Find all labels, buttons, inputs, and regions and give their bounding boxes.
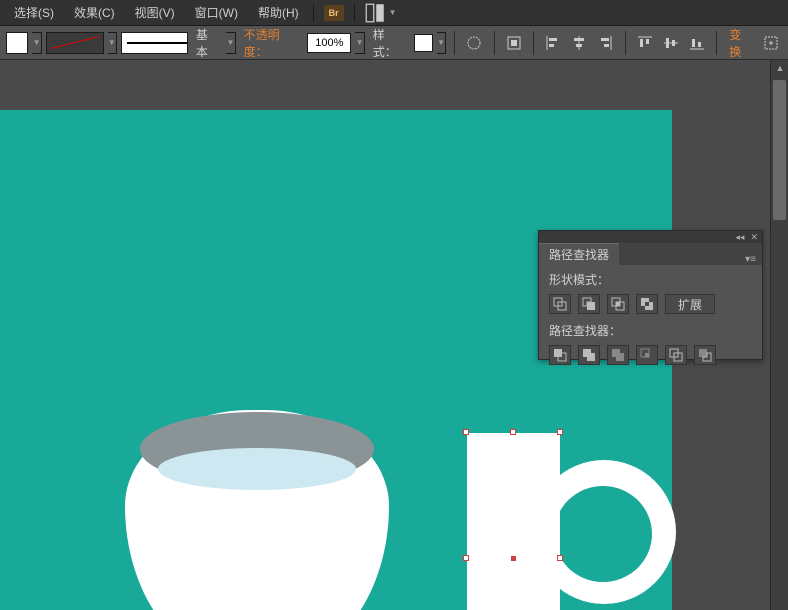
- isolate-icon[interactable]: [760, 33, 782, 53]
- graphic-style-dropdown[interactable]: ▼: [437, 32, 446, 54]
- panel-tabs: 路径查找器 ▾≡: [539, 243, 762, 265]
- selection-handle[interactable]: [557, 429, 563, 435]
- align-center-v-icon[interactable]: [660, 33, 682, 53]
- separator: [313, 4, 314, 22]
- scroll-up-icon[interactable]: ▲: [771, 60, 788, 76]
- align-center-h-icon[interactable]: [568, 33, 590, 53]
- menu-select[interactable]: 选择(S): [4, 4, 64, 21]
- pathfinders-label: 路径查找器：: [549, 322, 752, 339]
- opacity-dropdown[interactable]: ▼: [355, 32, 364, 54]
- expand-button[interactable]: 扩展: [665, 294, 715, 314]
- selection-handle[interactable]: [463, 555, 469, 561]
- align-to-selection-icon[interactable]: [502, 33, 524, 53]
- menu-help[interactable]: 帮助(H): [248, 4, 309, 21]
- workspace: ▲ ◂◂ ✕ 路径查找器 ▾≡ 形状模式： 扩展 路径查找器：: [0, 60, 788, 610]
- stroke-weight-preview[interactable]: [121, 32, 188, 54]
- panel-menu-icon[interactable]: ▾≡: [739, 254, 762, 265]
- crop-icon[interactable]: [636, 345, 658, 365]
- transform-label[interactable]: 变换: [729, 26, 751, 60]
- unite-icon[interactable]: [549, 294, 571, 314]
- cup-water-shape: [158, 448, 356, 490]
- panel-tab-pathfinder[interactable]: 路径查找器: [539, 243, 619, 265]
- minus-back-icon[interactable]: [694, 345, 716, 365]
- control-bar: ▼ ▼ 基本 ▼ 不透明度： ▼ 样式： ▼ 变换: [0, 26, 788, 60]
- stroke-dropdown[interactable]: ▼: [108, 32, 117, 54]
- separator: [354, 4, 355, 22]
- close-icon[interactable]: ✕: [750, 232, 758, 243]
- scroll-thumb[interactable]: [773, 80, 786, 220]
- align-right-icon[interactable]: [594, 33, 616, 53]
- align-left-icon[interactable]: [542, 33, 564, 53]
- selection-handle[interactable]: [510, 429, 516, 435]
- menu-window[interactable]: 窗口(W): [185, 4, 248, 21]
- merge-icon[interactable]: [607, 345, 629, 365]
- selection-center[interactable]: [511, 556, 516, 561]
- dropdown-arrow-icon[interactable]: ▼: [389, 8, 397, 17]
- selection-handle[interactable]: [557, 555, 563, 561]
- graphic-style-swatch[interactable]: [414, 34, 433, 52]
- outline-icon[interactable]: [665, 345, 687, 365]
- separator: [454, 31, 455, 55]
- exclude-icon[interactable]: [636, 294, 658, 314]
- menu-view[interactable]: 视图(V): [125, 4, 185, 21]
- minus-front-icon[interactable]: [578, 294, 600, 314]
- collapse-icon[interactable]: ◂◂: [735, 232, 744, 243]
- arrange-documents-icon[interactable]: [365, 5, 385, 21]
- separator: [625, 31, 626, 55]
- intersect-icon[interactable]: [607, 294, 629, 314]
- pathfinder-panel: ◂◂ ✕ 路径查找器 ▾≡ 形状模式： 扩展 路径查找器：: [538, 230, 763, 360]
- style-label: 样式：: [373, 26, 406, 60]
- align-bottom-icon[interactable]: [686, 33, 708, 53]
- separator: [494, 31, 495, 55]
- panel-titlebar[interactable]: ◂◂ ✕: [539, 231, 762, 243]
- vertical-scrollbar[interactable]: ▲: [770, 60, 788, 610]
- selected-rectangle[interactable]: [467, 433, 560, 610]
- divide-icon[interactable]: [549, 345, 571, 365]
- shape-modes-label: 形状模式：: [549, 271, 752, 288]
- stroke-profile-dropdown[interactable]: ▼: [226, 32, 235, 54]
- menu-bar: 选择(S) 效果(C) 视图(V) 窗口(W) 帮助(H) Br ▼: [0, 0, 788, 26]
- stroke-profile-label: 基本: [196, 26, 218, 60]
- trim-icon[interactable]: [578, 345, 600, 365]
- cup-handle-hole: [554, 486, 652, 582]
- fill-dropdown[interactable]: ▼: [32, 32, 41, 54]
- opacity-input[interactable]: [307, 33, 351, 53]
- bridge-icon[interactable]: Br: [324, 5, 344, 21]
- selection-handle[interactable]: [463, 429, 469, 435]
- panel-body: 形状模式： 扩展 路径查找器：: [539, 265, 762, 379]
- opacity-label[interactable]: 不透明度：: [244, 26, 300, 60]
- fill-swatch[interactable]: [6, 32, 28, 54]
- align-top-icon[interactable]: [633, 33, 655, 53]
- separator: [716, 31, 717, 55]
- recolor-artwork-icon[interactable]: [463, 33, 485, 53]
- stroke-swatch[interactable]: [46, 32, 104, 54]
- separator: [533, 31, 534, 55]
- menu-effect[interactable]: 效果(C): [64, 4, 125, 21]
